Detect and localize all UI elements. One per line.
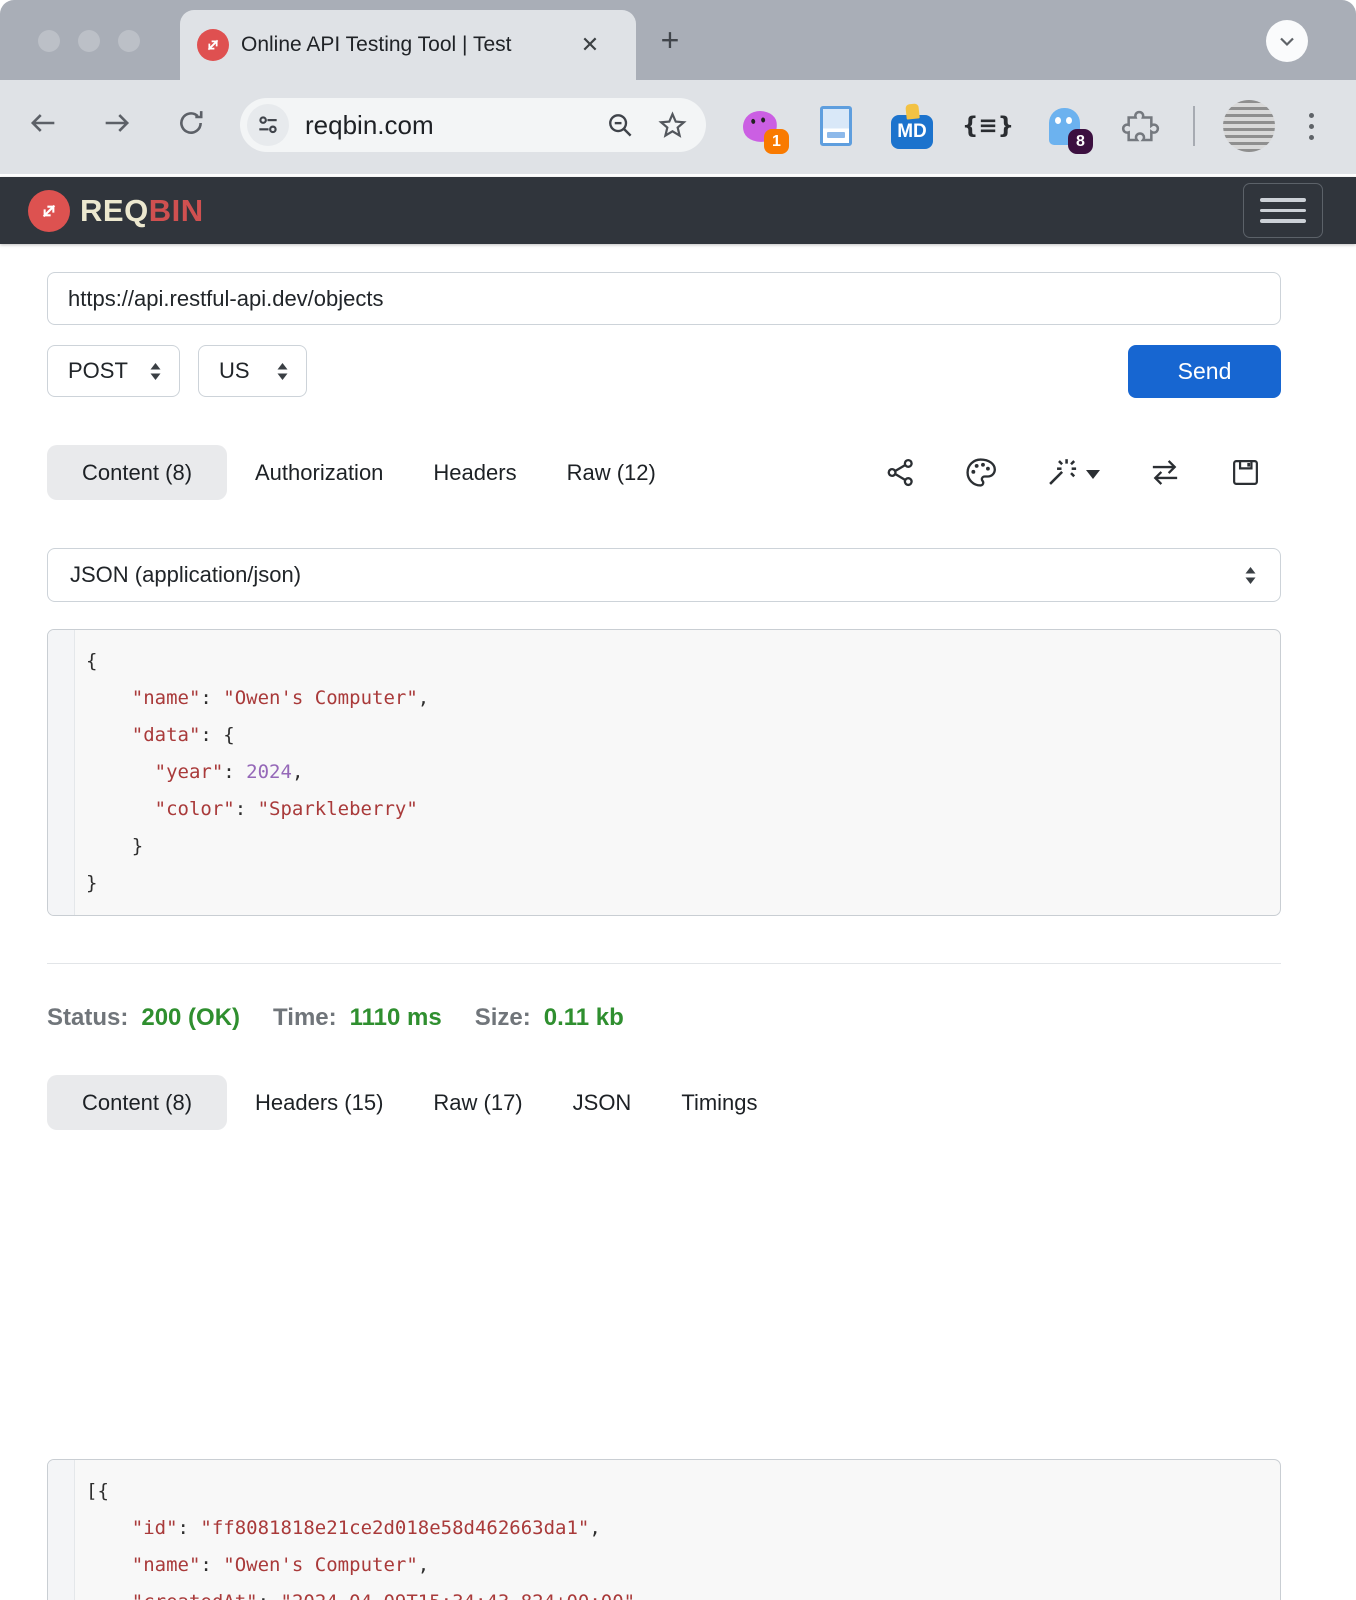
- content-type-value: JSON (application/json): [70, 562, 302, 587]
- minimize-window-button[interactable]: [78, 30, 100, 52]
- chrome-menu-icon[interactable]: [1301, 112, 1322, 140]
- reqbin-logo[interactable]: REQBIN: [28, 189, 204, 232]
- tab-headers[interactable]: Headers: [433, 460, 516, 486]
- tab-authorization[interactable]: Authorization: [255, 460, 383, 486]
- tab-close-icon[interactable]: ✕: [573, 28, 607, 62]
- sort-arrows-icon: [277, 362, 288, 380]
- save-icon[interactable]: [1230, 457, 1261, 488]
- browser-window: Online API Testing Tool | Test ✕ + reqbi…: [0, 0, 1356, 1600]
- zoom-out-icon[interactable]: [605, 110, 635, 140]
- brand-name: REQBIN: [80, 192, 204, 228]
- forward-button[interactable]: [100, 106, 134, 140]
- reqbin-header: REQBIN: [0, 177, 1356, 244]
- response-tabs: Content (8) Headers (15) Raw (17) JSON T…: [47, 1075, 1281, 1130]
- tab-content[interactable]: Content (8): [47, 445, 227, 500]
- response-body-code[interactable]: [{ "id": "ff8081818e21ce2d018e58d462663d…: [48, 1460, 1280, 1600]
- generate-code-wand-icon[interactable]: [1045, 456, 1100, 489]
- resp-tab-content[interactable]: Content (8): [47, 1075, 227, 1130]
- share-icon[interactable]: [885, 457, 916, 488]
- extension-markdown-icon[interactable]: MD: [887, 98, 937, 154]
- method-value: POST: [68, 358, 128, 383]
- reqbin-logo-icon: [28, 189, 70, 232]
- section-divider: [47, 963, 1281, 964]
- method-select[interactable]: POST: [47, 345, 180, 397]
- new-tab-button[interactable]: +: [648, 18, 692, 62]
- address-bar[interactable]: reqbin.com: [240, 98, 706, 152]
- response-status-row: Status: 200 (OK) Time: 1110 ms Size: 0.1…: [47, 998, 1281, 1038]
- reload-button[interactable]: [174, 106, 208, 140]
- extension-badge: 1: [764, 129, 789, 154]
- resp-tab-headers[interactable]: Headers (15): [255, 1090, 383, 1116]
- browser-toolbar: reqbin.com 1 MD {≡} 8: [0, 80, 1356, 174]
- region-select[interactable]: US: [198, 345, 307, 397]
- tab-title: Online API Testing Tool | Test: [241, 33, 512, 56]
- send-button[interactable]: Send: [1128, 345, 1281, 398]
- response-body-viewer[interactable]: [{ "id": "ff8081818e21ce2d018e58d462663d…: [47, 1459, 1281, 1600]
- time-value: 1110 ms: [349, 1004, 442, 1031]
- sort-arrows-icon: [150, 362, 161, 380]
- menu-hamburger-button[interactable]: [1243, 183, 1323, 238]
- extension-purple-icon[interactable]: 1: [735, 98, 789, 154]
- sort-arrows-icon: [1245, 566, 1256, 584]
- browser-tab[interactable]: Online API Testing Tool | Test ✕: [180, 10, 636, 80]
- tab-raw[interactable]: Raw (12): [567, 460, 656, 486]
- extension-json-formatter-icon[interactable]: {≡}: [962, 98, 1014, 154]
- hand-icon: [904, 102, 920, 120]
- request-url-input[interactable]: https://api.restful-api.dev/objects: [47, 272, 1281, 325]
- status-label: Status:: [47, 1004, 129, 1031]
- theme-palette-icon[interactable]: [964, 456, 997, 489]
- chevron-down-icon: [1280, 37, 1294, 47]
- request-body-code[interactable]: { "name": "Owen's Computer", "data": { "…: [48, 630, 1280, 902]
- tab-strip: Online API Testing Tool | Test ✕ +: [0, 0, 1356, 80]
- resp-tab-raw[interactable]: Raw (17): [433, 1090, 522, 1116]
- tab-search-chevron-button[interactable]: [1266, 20, 1308, 62]
- extensions-puzzle-icon[interactable]: [1115, 98, 1165, 154]
- zoom-window-button[interactable]: [118, 30, 140, 52]
- request-tabs: Content (8) Authorization Headers Raw (1…: [47, 445, 1281, 500]
- extension-ghost-icon[interactable]: 8: [1039, 98, 1093, 154]
- extension-document-icon[interactable]: [811, 98, 861, 154]
- resp-tab-timings[interactable]: Timings: [681, 1090, 757, 1116]
- profile-avatar[interactable]: [1223, 100, 1275, 152]
- site-settings-icon[interactable]: [247, 104, 289, 146]
- region-value: US: [219, 358, 250, 383]
- content-type-select[interactable]: JSON (application/json): [47, 548, 1281, 602]
- method-row: POST US Send: [47, 345, 1281, 398]
- close-window-button[interactable]: [38, 30, 60, 52]
- status-value: 200 (OK): [141, 1004, 241, 1031]
- reqbin-favicon: [197, 29, 229, 61]
- toolbar-divider: [1193, 106, 1195, 146]
- window-controls[interactable]: [38, 30, 140, 52]
- size-label: Size:: [474, 1004, 531, 1031]
- url-text[interactable]: reqbin.com: [305, 110, 605, 141]
- time-label: Time:: [273, 1004, 337, 1031]
- size-value: 0.11 kb: [543, 1004, 624, 1031]
- bookmark-star-icon[interactable]: [657, 110, 688, 141]
- chevron-down-icon: [1086, 470, 1100, 479]
- request-body-editor[interactable]: { "name": "Owen's Computer", "data": { "…: [47, 629, 1281, 916]
- back-button[interactable]: [26, 106, 60, 140]
- resp-tab-json[interactable]: JSON: [573, 1090, 632, 1116]
- swap-arrows-icon[interactable]: [1148, 457, 1182, 488]
- extension-badge: 8: [1068, 129, 1093, 154]
